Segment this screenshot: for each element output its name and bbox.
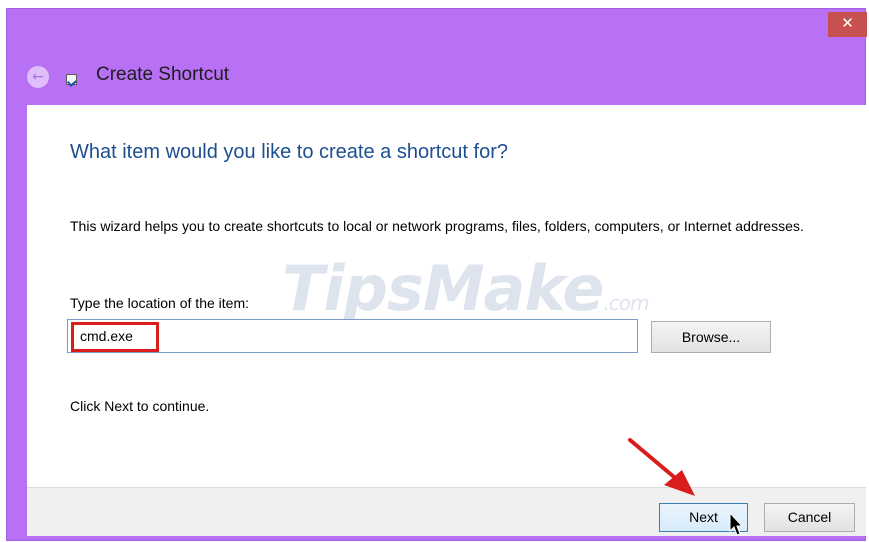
browse-button[interactable]: Browse... — [651, 321, 771, 353]
wizard-description: This wizard helps you to create shortcut… — [70, 218, 804, 234]
watermark-text: TipsMake — [282, 252, 604, 325]
wizard-content: What item would you like to create a sho… — [27, 105, 866, 536]
back-button[interactable]: ← — [27, 66, 49, 88]
watermark-suffix: .com — [603, 291, 649, 315]
watermark-logo: TipsMake.com — [282, 252, 650, 325]
highlight-box-annotation — [71, 322, 159, 352]
close-icon: ✕ — [841, 14, 854, 32]
next-button[interactable]: Next — [659, 503, 748, 532]
window-title: Create Shortcut — [96, 64, 230, 85]
back-arrow-icon: ← — [32, 69, 44, 85]
shortcut-icon — [66, 74, 77, 85]
close-button[interactable]: ✕ — [828, 12, 867, 37]
wizard-footer: Next Cancel — [27, 487, 866, 536]
continue-instruction: Click Next to continue. — [70, 398, 210, 414]
wizard-heading: What item would you like to create a sho… — [70, 141, 508, 163]
create-shortcut-window: ✕ ← Create Shortcut What item would you … — [6, 8, 867, 541]
cancel-button[interactable]: Cancel — [764, 503, 855, 532]
location-label: Type the location of the item: — [70, 295, 249, 311]
